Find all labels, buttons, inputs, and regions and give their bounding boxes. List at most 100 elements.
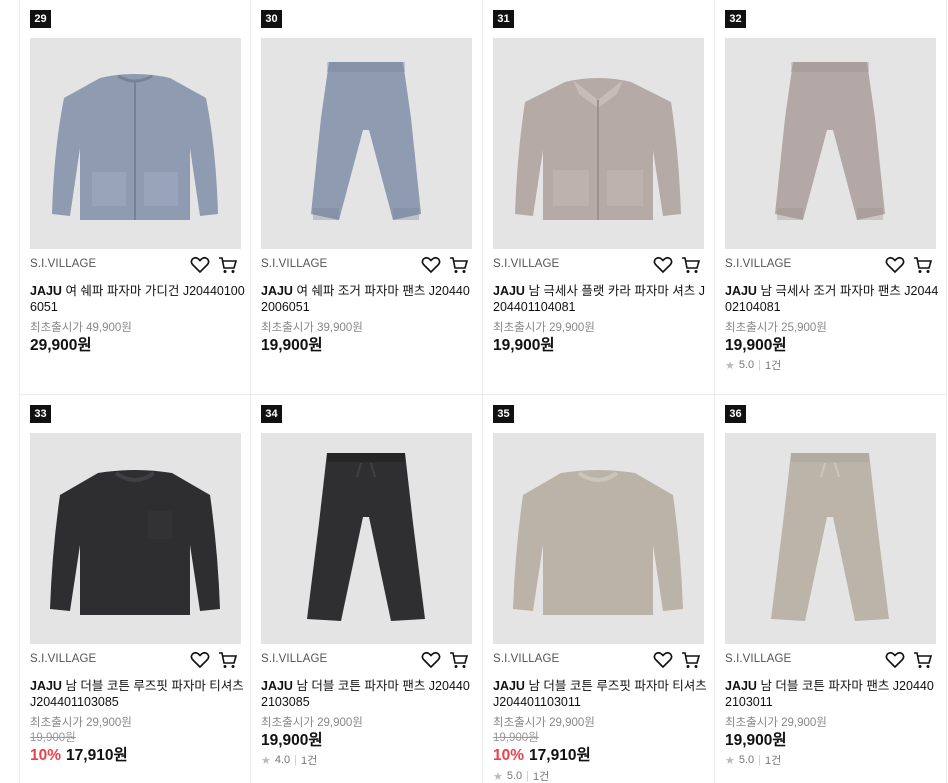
price-value: 17,910원: [66, 747, 128, 764]
cart-icon[interactable]: [681, 256, 701, 274]
heart-icon[interactable]: [190, 256, 210, 274]
product-name: 남 극세사 조거 파자마 팬츠 J204402104081: [725, 284, 939, 314]
card-actions: [190, 651, 238, 669]
rating-value: 5.0: [506, 770, 523, 782]
divider: |: [758, 754, 762, 766]
product-card[interactable]: 29 S.I.VILLAGE JAJU 여 쉐파 파자마 가디건 J204401…: [19, 0, 251, 395]
price-value: 19,900원: [261, 337, 323, 354]
price-value: 19,900원: [725, 732, 787, 749]
heart-icon[interactable]: [421, 651, 441, 669]
product-title[interactable]: JAJU 남 더블 코튼 루즈핏 파자마 티셔츠 J204401103011: [493, 678, 708, 710]
cart-icon[interactable]: [449, 651, 469, 669]
product-title[interactable]: JAJU 남 더블 코튼 파자마 팬츠 J204402103011: [725, 678, 940, 710]
product-card[interactable]: 32 S.I.VILLAGE JAJU 남 극세사 조거 파자마 팬츠 J204…: [715, 0, 947, 395]
rank-badge: 33: [30, 405, 51, 423]
product-card[interactable]: 34 S.I.VILLAGE JAJU 남 더블 코튼 파자마 팬츠 J2044…: [251, 395, 483, 783]
cart-icon[interactable]: [913, 256, 933, 274]
heart-icon[interactable]: [885, 651, 905, 669]
rank-badge: 36: [725, 405, 746, 423]
heart-icon[interactable]: [653, 256, 673, 274]
rank-badge: 30: [261, 10, 282, 28]
product-title[interactable]: JAJU 남 극세사 조거 파자마 팬츠 J204402104081: [725, 283, 940, 315]
brand-name: JAJU: [493, 679, 525, 693]
sale-price: 19,900원: [261, 728, 323, 750]
seller-name: S.I.VILLAGE: [261, 653, 328, 665]
rating: ★ 5.0 | 1건: [493, 768, 549, 783]
card-actions: [421, 651, 469, 669]
cart-icon[interactable]: [913, 651, 933, 669]
product-image[interactable]: [725, 38, 936, 249]
price-value: 19,900원: [261, 732, 323, 749]
star-icon: ★: [725, 754, 735, 767]
brand-name: JAJU: [261, 284, 293, 298]
heart-icon[interactable]: [653, 651, 673, 669]
cart-icon[interactable]: [218, 651, 238, 669]
seller-name: S.I.VILLAGE: [30, 258, 97, 270]
star-icon: ★: [493, 770, 503, 783]
heart-icon[interactable]: [885, 256, 905, 274]
product-image[interactable]: [30, 38, 241, 249]
product-image[interactable]: [493, 38, 704, 249]
product-name: 여 쉐파 파자마 가디건 J204401006051: [30, 284, 245, 314]
product-card[interactable]: 33 S.I.VILLAGE JAJU 남 더블 코튼 루즈핏 파자마 티셔츠 …: [19, 395, 251, 783]
brand-name: JAJU: [725, 284, 757, 298]
product-name: 남 극세사 플랫 카라 파자마 셔츠 J204401104081: [493, 284, 706, 314]
brand-name: JAJU: [725, 679, 757, 693]
star-icon: ★: [261, 754, 271, 767]
sale-price: 19,900원: [725, 333, 787, 355]
product-name: 남 더블 코튼 루즈핏 파자마 티셔츠 J204401103011: [493, 679, 707, 709]
sale-price: 19,900원: [725, 728, 787, 750]
rating: ★ 5.0 | 1건: [725, 752, 781, 768]
price-value: 29,900원: [30, 337, 92, 354]
seller-name: S.I.VILLAGE: [30, 653, 97, 665]
card-actions: [421, 256, 469, 274]
product-image[interactable]: [261, 433, 472, 644]
divider: |: [758, 359, 762, 371]
product-name: 남 더블 코튼 루즈핏 파자마 티셔츠 J204401103085: [30, 679, 244, 709]
sale-price: 10% 17,910원: [493, 743, 591, 765]
rating: ★ 4.0 | 1건: [261, 752, 317, 768]
rank-badge: 29: [30, 10, 51, 28]
sale-price: 19,900원: [493, 333, 555, 355]
product-title[interactable]: JAJU 여 쉐파 조거 파자마 팬츠 J204402006051: [261, 283, 476, 315]
seller-name: S.I.VILLAGE: [261, 258, 328, 270]
card-actions: [653, 651, 701, 669]
product-image[interactable]: [725, 433, 936, 644]
heart-icon[interactable]: [421, 256, 441, 274]
product-title[interactable]: JAJU 남 극세사 플랫 카라 파자마 셔츠 J204401104081: [493, 283, 708, 315]
product-card[interactable]: 30 S.I.VILLAGE JAJU 여 쉐파 조거 파자마 팬츠 J2044…: [251, 0, 483, 395]
product-name: 남 더블 코튼 파자마 팬츠 J204402103085: [261, 679, 470, 709]
star-icon: ★: [725, 359, 735, 372]
product-title[interactable]: JAJU 여 쉐파 파자마 가디건 J204401006051: [30, 283, 245, 315]
cart-icon[interactable]: [681, 651, 701, 669]
product-image[interactable]: [261, 38, 472, 249]
cart-icon[interactable]: [449, 256, 469, 274]
heart-icon[interactable]: [190, 651, 210, 669]
brand-name: JAJU: [30, 284, 62, 298]
product-title[interactable]: JAJU 남 더블 코튼 루즈핏 파자마 티셔츠 J204401103085: [30, 678, 245, 710]
seller-name: S.I.VILLAGE: [725, 258, 792, 270]
rating: ★ 5.0 | 1건: [725, 357, 781, 373]
product-image[interactable]: [493, 433, 704, 644]
price-value: 19,900원: [725, 337, 787, 354]
sale-price: 19,900원: [261, 333, 323, 355]
sale-price: 29,900원: [30, 333, 92, 355]
divider: |: [526, 770, 530, 782]
review-count: 1건: [765, 360, 782, 372]
discount-rate: 10%: [493, 747, 525, 764]
original-price: 최초출시가 29,900원: [493, 717, 595, 729]
product-card[interactable]: 36 S.I.VILLAGE JAJU 남 더블 코튼 파자마 팬츠 J2044…: [715, 395, 947, 783]
rank-badge: 34: [261, 405, 282, 423]
review-count: 1건: [533, 771, 550, 783]
product-image[interactable]: [30, 433, 241, 644]
price-value: 17,910원: [529, 747, 591, 764]
rating-value: 5.0: [738, 359, 755, 371]
product-card[interactable]: 31 S.I.VILLAGE JAJU 남 극세사 플랫 카라 파자마 셔츠 J…: [483, 0, 715, 395]
seller-name: S.I.VILLAGE: [493, 653, 560, 665]
cart-icon[interactable]: [218, 256, 238, 274]
card-actions: [885, 256, 933, 274]
product-card[interactable]: 35 S.I.VILLAGE JAJU 남 더블 코튼 루즈핏 파자마 티셔츠 …: [483, 395, 715, 783]
card-actions: [885, 651, 933, 669]
product-title[interactable]: JAJU 남 더블 코튼 파자마 팬츠 J204402103085: [261, 678, 476, 710]
brand-name: JAJU: [493, 284, 525, 298]
